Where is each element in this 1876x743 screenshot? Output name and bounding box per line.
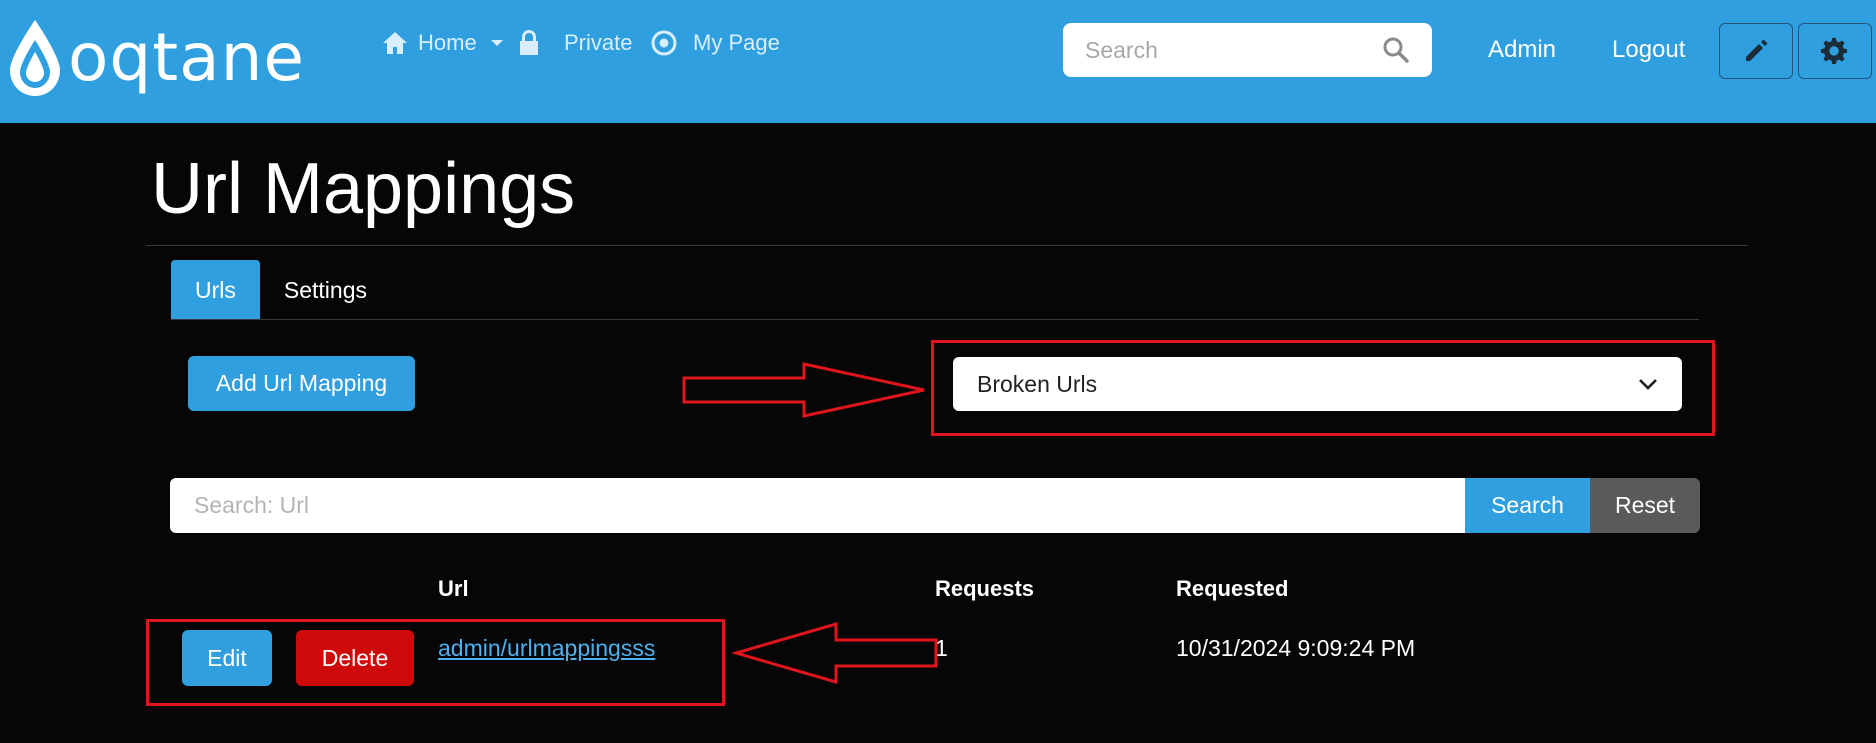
nav-home-label: Home	[418, 30, 477, 55]
pencil-icon	[1746, 39, 1768, 61]
annotation-box-row	[146, 619, 725, 706]
url-search-input[interactable]	[170, 478, 1465, 533]
annotation-arrow-left-icon	[732, 622, 938, 684]
target-icon	[651, 30, 677, 56]
page-title: Url Mappings	[151, 149, 576, 229]
home-icon	[383, 32, 407, 54]
nav-my-page-label: My Page	[693, 30, 780, 55]
annotation-box-filter	[931, 340, 1715, 436]
tab-settings[interactable]: Settings	[260, 260, 391, 320]
droplet-logo-icon	[10, 20, 60, 96]
lock-icon	[520, 30, 538, 55]
nav-my-page[interactable]: My Page	[651, 30, 780, 56]
reset-button[interactable]: Reset	[1590, 478, 1700, 533]
tab-urls[interactable]: Urls	[171, 260, 260, 320]
tab-bar: Urls Settings	[171, 260, 391, 320]
edit-mode-button[interactable]	[1719, 23, 1793, 79]
annotation-arrow-right-icon	[682, 362, 925, 418]
search-button[interactable]: Search	[1465, 478, 1590, 533]
chevron-down-icon	[490, 40, 503, 46]
nav-home[interactable]: Home	[382, 30, 503, 56]
settings-button[interactable]	[1798, 23, 1872, 79]
column-header-requests: Requests	[935, 576, 1035, 601]
add-url-mapping-button[interactable]: Add Url Mapping	[188, 356, 415, 411]
gear-icon	[1821, 37, 1848, 64]
column-header-requested: Requested	[1176, 576, 1289, 601]
title-divider	[146, 245, 1748, 246]
top-search-box[interactable]	[1063, 23, 1432, 77]
requested-timestamp: 10/31/2024 9:09:24 PM	[1176, 635, 1416, 661]
tab-divider	[171, 319, 1699, 320]
search-icon[interactable]	[1382, 36, 1410, 64]
admin-link[interactable]: Admin	[1488, 36, 1556, 64]
nav-private-label: Private	[564, 30, 633, 55]
top-navbar: oqtane Home Private My Page Admin Logout	[0, 0, 1876, 123]
url-search-bar: Search Reset	[170, 478, 1700, 533]
logo[interactable]: oqtane	[8, 18, 305, 98]
nav-private[interactable]: Private	[518, 30, 632, 56]
top-search-input[interactable]	[1085, 36, 1382, 64]
logo-text: oqtane	[68, 19, 306, 96]
column-header-url: Url	[438, 576, 469, 601]
logout-link[interactable]: Logout	[1612, 36, 1685, 64]
